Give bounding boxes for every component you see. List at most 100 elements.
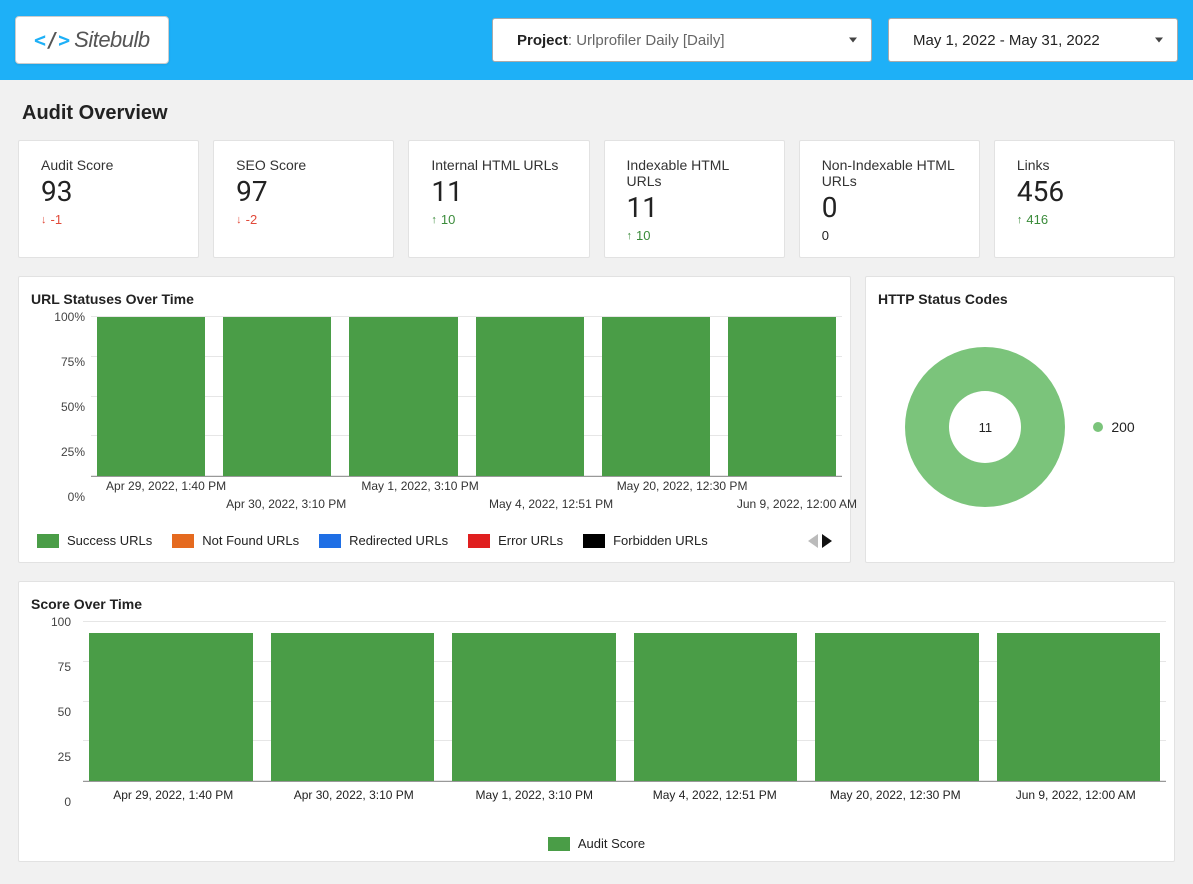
- card-value: 11: [431, 175, 566, 208]
- card-delta: ↓ -2: [236, 212, 371, 227]
- project-value: : Urlprofiler Daily [Daily]: [568, 32, 725, 49]
- code-icon: </>: [34, 28, 70, 52]
- date-range-value: May 1, 2022 - May 31, 2022: [913, 32, 1100, 49]
- metric-card: SEO Score 97 ↓ -2: [213, 140, 394, 258]
- card-title: Non-Indexable HTML URLs: [822, 157, 957, 189]
- x-tick-label: Apr 30, 2022, 3:10 PM: [264, 788, 445, 802]
- legend-item: Forbidden URLs: [583, 533, 708, 548]
- y-axis: 0255075100: [27, 622, 77, 802]
- delta-value: -2: [246, 212, 258, 227]
- donut-chart: 11 200: [874, 317, 1166, 537]
- y-axis: 0%25%50%75%100%: [27, 317, 89, 497]
- score-over-time-panel: Score Over Time 0255075100 Apr 29, 2022,…: [18, 581, 1175, 862]
- card-title: Audit Score: [41, 157, 176, 173]
- x-tick-label: May 20, 2022, 12:30 PM: [805, 788, 986, 802]
- y-tick-label: 100: [51, 615, 71, 629]
- trend-arrow-icon: ↓: [236, 214, 242, 226]
- x-tick-label: Jun 9, 2022, 12:00 AM: [737, 497, 857, 511]
- y-tick-label: 75%: [61, 355, 85, 369]
- chart-bar: [97, 317, 205, 476]
- y-tick-label: 0: [64, 795, 71, 809]
- x-tick-label: Jun 9, 2022, 12:00 AM: [986, 788, 1167, 802]
- url-status-chart: 0%25%50%75%100% Apr 29, 2022, 1:40 PMApr…: [27, 317, 842, 517]
- delta-value: -1: [51, 212, 63, 227]
- http-status-panel: HTTP Status Codes 11 200: [865, 276, 1175, 563]
- metric-card: Links 456 ↑416: [994, 140, 1175, 258]
- project-label: Project: [517, 32, 568, 49]
- delta-value: 416: [1026, 212, 1048, 227]
- card-delta: 0: [822, 228, 957, 243]
- card-title: Links: [1017, 157, 1152, 173]
- chart-bar: [476, 317, 584, 476]
- card-value: 11: [627, 191, 762, 224]
- legend-swatch-icon: [37, 534, 59, 548]
- url-statuses-panel: URL Statuses Over Time 0%25%50%75%100% A…: [18, 276, 851, 563]
- chevron-down-icon: [849, 38, 857, 43]
- chart-prev-button[interactable]: [808, 534, 818, 548]
- x-tick-label: May 20, 2022, 12:30 PM: [617, 479, 748, 493]
- card-value: 456: [1017, 175, 1152, 208]
- metric-card: Internal HTML URLs11↑10: [408, 140, 589, 258]
- chart-bar: [223, 317, 331, 476]
- legend-swatch-icon: [583, 534, 605, 548]
- panel-title: HTTP Status Codes: [878, 291, 1166, 307]
- x-tick-label: May 1, 2022, 3:10 PM: [444, 788, 625, 802]
- y-tick-label: 25%: [61, 445, 85, 459]
- legend-item: Not Found URLs: [172, 533, 299, 548]
- legend-swatch-icon: [468, 534, 490, 548]
- chart-bar: [349, 317, 457, 476]
- panel-title: URL Statuses Over Time: [31, 291, 842, 307]
- metric-card: Indexable HTML URLs11 ↑10: [604, 140, 785, 258]
- brand-name: Sitebulb: [74, 27, 150, 53]
- delta-value: 10: [636, 228, 650, 243]
- card-value: 97: [236, 175, 371, 208]
- donut-center-value: 11: [949, 391, 1021, 463]
- delta-value: 10: [441, 212, 455, 227]
- y-tick-label: 50%: [61, 400, 85, 414]
- chevron-down-icon: [1155, 38, 1163, 43]
- y-tick-label: 0%: [68, 490, 85, 504]
- x-tick-label: Apr 29, 2022, 1:40 PM: [106, 479, 226, 493]
- legend-label: Forbidden URLs: [613, 533, 708, 548]
- card-delta: ↑416: [1017, 212, 1152, 227]
- x-tick-label: May 4, 2022, 12:51 PM: [489, 497, 613, 511]
- legend-label: Success URLs: [67, 533, 152, 548]
- donut-legend: 200: [1093, 419, 1134, 435]
- chart-next-button[interactable]: [822, 534, 832, 548]
- date-range-selector[interactable]: May 1, 2022 - May 31, 2022: [888, 18, 1178, 62]
- legend-item: Redirected URLs: [319, 533, 448, 548]
- project-selector[interactable]: Project: Urlprofiler Daily [Daily]: [492, 18, 872, 62]
- bar-group: [91, 317, 842, 477]
- trend-arrow-icon: ↓: [41, 214, 47, 226]
- y-tick-label: 50: [58, 705, 71, 719]
- chart-bar: [89, 633, 253, 781]
- card-title: Indexable HTML URLs: [627, 157, 762, 189]
- x-axis-labels: Apr 29, 2022, 1:40 PMApr 30, 2022, 3:10 …: [83, 782, 1166, 802]
- metric-cards-row: Audit Score93↓-1SEO Score97↓-2Internal H…: [18, 140, 1175, 258]
- trend-arrow-icon: ↑: [627, 230, 633, 242]
- card-title: SEO Score: [236, 157, 371, 173]
- legend-item: Success URLs: [37, 533, 152, 548]
- card-delta: ↑10: [627, 228, 762, 243]
- card-value: 0: [822, 191, 957, 224]
- panel-title: Score Over Time: [31, 596, 1166, 612]
- x-tick-label: May 1, 2022, 3:10 PM: [361, 479, 478, 493]
- chart-bar: [815, 633, 979, 781]
- score-legend-label: Audit Score: [578, 836, 645, 851]
- page-title: Audit Overview: [22, 102, 1175, 125]
- card-delta: ↓ -1: [41, 212, 176, 227]
- legend-swatch-icon: [319, 534, 341, 548]
- x-tick-label: Apr 30, 2022, 3:10 PM: [226, 497, 346, 511]
- legend-swatch-icon: [548, 837, 570, 851]
- score-chart: 0255075100 Apr 29, 2022, 1:40 PMApr 30, …: [27, 622, 1166, 822]
- legend-label: Redirected URLs: [349, 533, 448, 548]
- bar-group: [83, 622, 1166, 782]
- legend-label: Error URLs: [498, 533, 563, 548]
- chart-bar: [634, 633, 798, 781]
- legend-label: Not Found URLs: [202, 533, 299, 548]
- chart-bar: [728, 317, 836, 476]
- chart-legend: Success URLs Not Found URLs Redirected URL…: [37, 533, 842, 548]
- legend-item: Error URLs: [468, 533, 563, 548]
- chart-bar: [452, 633, 616, 781]
- delta-value: 0: [822, 228, 829, 243]
